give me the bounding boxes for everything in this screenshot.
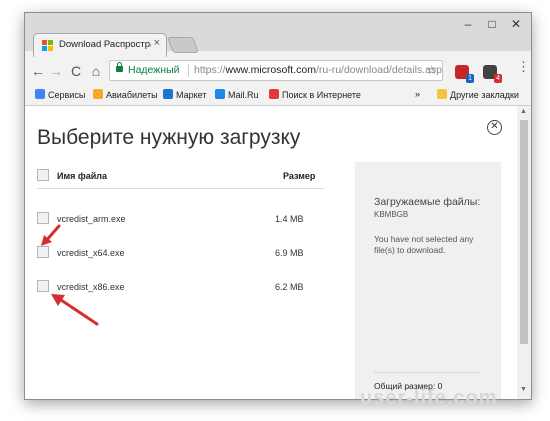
page-scrollbar[interactable]: ▲ ▼ xyxy=(517,106,531,399)
bookmark-star-icon[interactable]: ☆ xyxy=(426,61,437,80)
bookmark-label: Авиабилеты xyxy=(106,90,158,100)
bookmark-mailru[interactable]: Mail.Ru xyxy=(215,89,259,100)
file-size: 6.2 MB xyxy=(275,282,304,292)
secure-label: Надежный xyxy=(128,64,180,76)
other-bookmarks[interactable]: Другие закладки xyxy=(437,89,519,100)
browser-window: Download Распростран × – □ ✕ ← → C ⌂ Над… xyxy=(24,12,532,400)
scroll-thumb[interactable] xyxy=(520,120,528,344)
address-bar[interactable]: Надежный https://www.microsoft.com/ru-ru… xyxy=(109,60,443,81)
address-toolbar: ← → C ⌂ Надежный https://www.microsoft.c… xyxy=(25,57,531,85)
scroll-up-icon[interactable]: ▲ xyxy=(520,108,527,115)
plane-icon xyxy=(93,89,103,99)
browser-tab[interactable]: Download Распростран × xyxy=(33,33,167,57)
scroll-down-icon[interactable]: ▼ xyxy=(520,386,527,393)
other-bookmarks-label: Другие закладки xyxy=(450,90,519,100)
file-name: vcredist_x64.exe xyxy=(57,248,125,258)
red-arrow-annotation xyxy=(41,224,61,246)
new-tab-button[interactable] xyxy=(167,37,199,53)
url-path: /ru-ru/download/details.aspx?i... xyxy=(315,64,443,76)
home-button[interactable]: ⌂ xyxy=(87,63,105,79)
file-size: 1.4 MB xyxy=(275,214,304,224)
bookmarks-bar: Сервисы Авиабилеты Маркет Mail.Ru Поиск … xyxy=(25,85,531,106)
bookmark-market[interactable]: Маркет xyxy=(163,89,206,100)
address-separator xyxy=(188,64,189,77)
file-name: vcredist_x86.exe xyxy=(57,282,125,292)
close-dialog-icon[interactable]: ✕ xyxy=(487,120,502,135)
bookmark-label: Mail.Ru xyxy=(228,90,259,100)
column-header-name: Имя файла xyxy=(57,171,108,181)
select-all-checkbox[interactable] xyxy=(37,169,49,181)
minimize-button[interactable]: – xyxy=(457,17,479,31)
bookmark-label: Поиск в Интернете xyxy=(282,90,361,100)
summary-title: Загружаемые файлы: xyxy=(374,196,481,208)
maximize-button[interactable]: □ xyxy=(481,17,503,31)
bookmarks-overflow[interactable]: » xyxy=(415,89,420,99)
mailru-icon xyxy=(215,89,225,99)
url-scheme: https:// xyxy=(194,64,226,76)
extension-icon[interactable]: 4 xyxy=(483,65,502,83)
file-checkbox-arm[interactable] xyxy=(37,212,49,224)
red-arrow-annotation xyxy=(51,294,99,326)
folder-icon xyxy=(437,89,447,99)
close-window-button[interactable]: ✕ xyxy=(505,17,527,31)
bookmark-web-search[interactable]: Поиск в Интернете xyxy=(269,89,361,100)
tab-close-icon[interactable]: × xyxy=(154,37,160,49)
cart-icon xyxy=(163,89,173,99)
bookmark-label: Маркет xyxy=(176,90,207,100)
bookmark-services[interactable]: Сервисы xyxy=(35,89,85,100)
adblock-icon[interactable]: 1 xyxy=(455,65,474,83)
header-divider xyxy=(37,188,324,189)
search-web-icon xyxy=(269,89,279,99)
adblock-badge: 1 xyxy=(466,74,474,83)
page-title: Выберите нужную загрузку xyxy=(37,126,301,149)
download-page: Выберите нужную загрузку ✕ Имя файла Раз… xyxy=(25,106,517,399)
summary-units: KBMBGB xyxy=(374,210,409,219)
download-summary-panel: Загружаемые файлы: KBMBGB You have not s… xyxy=(355,162,501,399)
url-host: www.microsoft.com xyxy=(225,64,316,76)
watermark-text: user-life.com xyxy=(360,387,498,409)
summary-divider xyxy=(374,372,481,373)
menu-icon[interactable]: ⋮ xyxy=(517,60,530,73)
column-header-size: Размер xyxy=(283,171,316,181)
apps-icon xyxy=(35,89,45,99)
windows-logo-icon xyxy=(42,40,54,52)
forward-button[interactable]: → xyxy=(47,63,65,79)
file-size: 6.9 MB xyxy=(275,248,304,258)
tab-title: Download Распростран xyxy=(59,39,151,50)
url-text: https://www.microsoft.com/ru-ru/download… xyxy=(194,61,443,80)
file-checkbox-x86[interactable] xyxy=(37,280,49,292)
extension-badge: 4 xyxy=(494,74,502,83)
bookmark-flights[interactable]: Авиабилеты xyxy=(93,89,158,100)
title-bar: Download Распростран × – □ ✕ xyxy=(25,13,531,57)
back-button[interactable]: ← xyxy=(29,63,47,79)
file-name: vcredist_arm.exe xyxy=(57,214,126,224)
lock-icon xyxy=(116,62,123,72)
reload-button[interactable]: C xyxy=(67,63,85,79)
summary-message: You have not selected any file(s) to dow… xyxy=(374,234,474,255)
bookmark-label: Сервисы xyxy=(48,90,86,100)
